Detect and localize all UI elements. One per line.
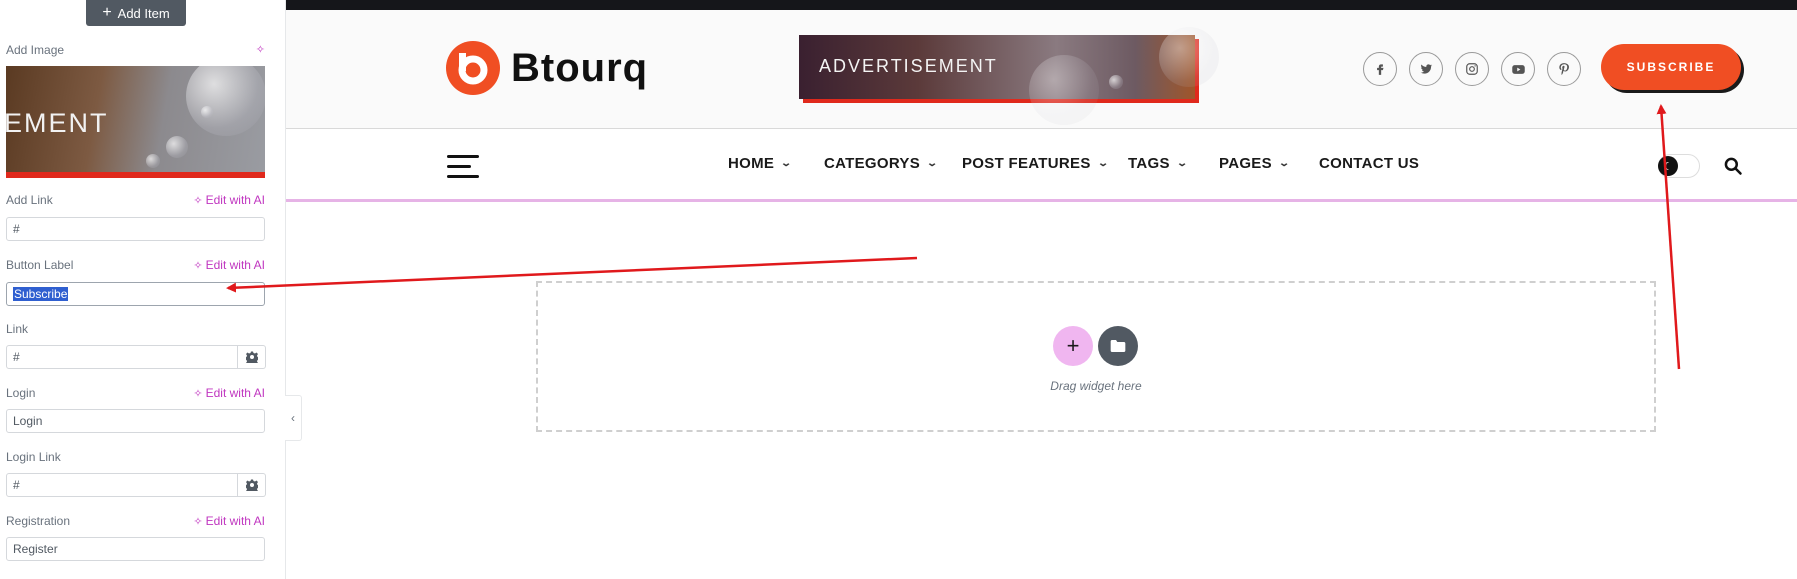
registration-label: Registration xyxy=(6,514,71,528)
chevron-left-icon: ‹ xyxy=(291,411,295,425)
chevron-down-icon: ⌄ xyxy=(926,158,939,169)
bubble-decoration xyxy=(1109,75,1123,89)
collapse-panel-button[interactable]: ‹ xyxy=(285,395,302,441)
ai-sparkle-icon: ✧ xyxy=(193,387,203,400)
add-item-label: Add Item xyxy=(117,5,170,21)
registration-input[interactable]: Register xyxy=(6,537,265,561)
image-preview[interactable]: EMENT xyxy=(6,66,265,178)
button-label-label: Button Label xyxy=(6,258,74,272)
dark-mode-toggle[interactable]: ☾ xyxy=(1658,154,1700,178)
pinterest-icon[interactable] xyxy=(1547,52,1581,86)
ai-sparkle-icon[interactable]: ✧ xyxy=(256,43,265,56)
widget-drop-zone[interactable]: + Drag widget here xyxy=(536,281,1656,432)
bubble-decoration xyxy=(166,136,188,158)
image-preview-text: EMENT xyxy=(6,108,109,138)
bubble-decoration xyxy=(201,106,213,118)
login-link-options-button[interactable] xyxy=(238,473,266,497)
chevron-down-icon: ⌄ xyxy=(1176,158,1189,169)
site-header: Btourq ADVERTISEMENT SUBSCRIBE xyxy=(286,10,1797,129)
twitter-icon[interactable] xyxy=(1409,52,1443,86)
add-widget-button[interactable]: + xyxy=(1053,326,1093,366)
drop-zone-text: Drag widget here xyxy=(1050,379,1142,393)
nav-item-contact-us[interactable]: CONTACT US xyxy=(1319,155,1419,172)
link-options-button[interactable] xyxy=(238,345,266,369)
template-library-button[interactable] xyxy=(1098,326,1138,366)
bubble-decoration xyxy=(146,154,160,168)
nav-item-tags[interactable]: TAGS ⌄ xyxy=(1128,155,1189,172)
edit-with-ai-login[interactable]: ✧ Edit with AI xyxy=(193,386,265,400)
link-label: Link xyxy=(6,322,29,336)
search-icon[interactable] xyxy=(1723,156,1743,176)
plus-icon: + xyxy=(1066,333,1080,358)
nav-item-post-features[interactable]: POST FEATURES ⌄ xyxy=(962,155,1110,172)
nav-item-home[interactable]: HOME ⌄ xyxy=(728,155,793,172)
login-link-input[interactable]: # xyxy=(6,473,238,497)
advertisement-text: ADVERTISEMENT xyxy=(819,56,998,76)
edit-with-ai-button-label[interactable]: ✧ Edit with AI xyxy=(193,258,265,272)
logo-b-mark xyxy=(458,53,488,85)
bubble-decoration xyxy=(186,66,265,136)
nav-item-pages[interactable]: PAGES ⌄ xyxy=(1219,155,1291,172)
bubble-decoration xyxy=(1159,27,1219,87)
logo-text[interactable]: Btourq xyxy=(511,46,648,91)
image-preview-red-bar xyxy=(6,172,265,178)
chevron-down-icon: ⌄ xyxy=(1278,158,1291,169)
bubble-decoration xyxy=(1029,55,1099,125)
subscribe-button[interactable]: SUBSCRIBE xyxy=(1601,44,1741,90)
facebook-icon[interactable] xyxy=(1363,52,1397,86)
ai-sparkle-icon: ✧ xyxy=(193,515,203,528)
plus-icon: + xyxy=(102,4,112,21)
login-link-label: Login Link xyxy=(6,450,61,464)
folder-icon xyxy=(1110,340,1126,352)
button-label-input[interactable]: Subscribe xyxy=(6,282,265,306)
moon-icon: ☾ xyxy=(1658,156,1678,176)
site-top-bar xyxy=(286,0,1797,10)
ai-sparkle-icon: ✧ xyxy=(193,194,203,207)
add-item-button[interactable]: + Add Item xyxy=(86,0,186,26)
edit-with-ai-registration[interactable]: ✧ Edit with AI xyxy=(193,514,265,528)
login-input[interactable]: Login xyxy=(6,409,265,433)
chevron-down-icon: ⌄ xyxy=(1096,158,1110,169)
advertisement-banner[interactable]: ADVERTISEMENT xyxy=(799,27,1219,125)
nav-item-categorys[interactable]: CATEGORYS ⌄ xyxy=(824,155,939,172)
login-label: Login xyxy=(6,386,36,400)
youtube-icon[interactable] xyxy=(1501,52,1535,86)
chevron-down-icon: ⌄ xyxy=(780,158,793,169)
gear-icon xyxy=(245,351,258,363)
editor-panel: + Add Item Add Image ✧ EMENT Add Link ✧ … xyxy=(0,0,286,579)
add-link-input[interactable]: # xyxy=(6,217,265,241)
link-input[interactable]: # xyxy=(6,345,238,369)
logo-icon[interactable] xyxy=(446,41,500,95)
add-image-label: Add Image xyxy=(6,43,65,57)
add-link-label: Add Link xyxy=(6,193,53,207)
main-navigation: HOME ⌄ CATEGORYS ⌄ POST FEATURES ⌄ TAGS … xyxy=(286,129,1797,202)
gear-icon xyxy=(245,479,258,491)
instagram-icon[interactable] xyxy=(1455,52,1489,86)
button-label-selected-text: Subscribe xyxy=(13,287,69,301)
hamburger-menu-icon[interactable] xyxy=(447,153,479,179)
ai-sparkle-icon: ✧ xyxy=(193,259,203,272)
edit-with-ai-add-link[interactable]: ✧ Edit with AI xyxy=(193,193,265,207)
